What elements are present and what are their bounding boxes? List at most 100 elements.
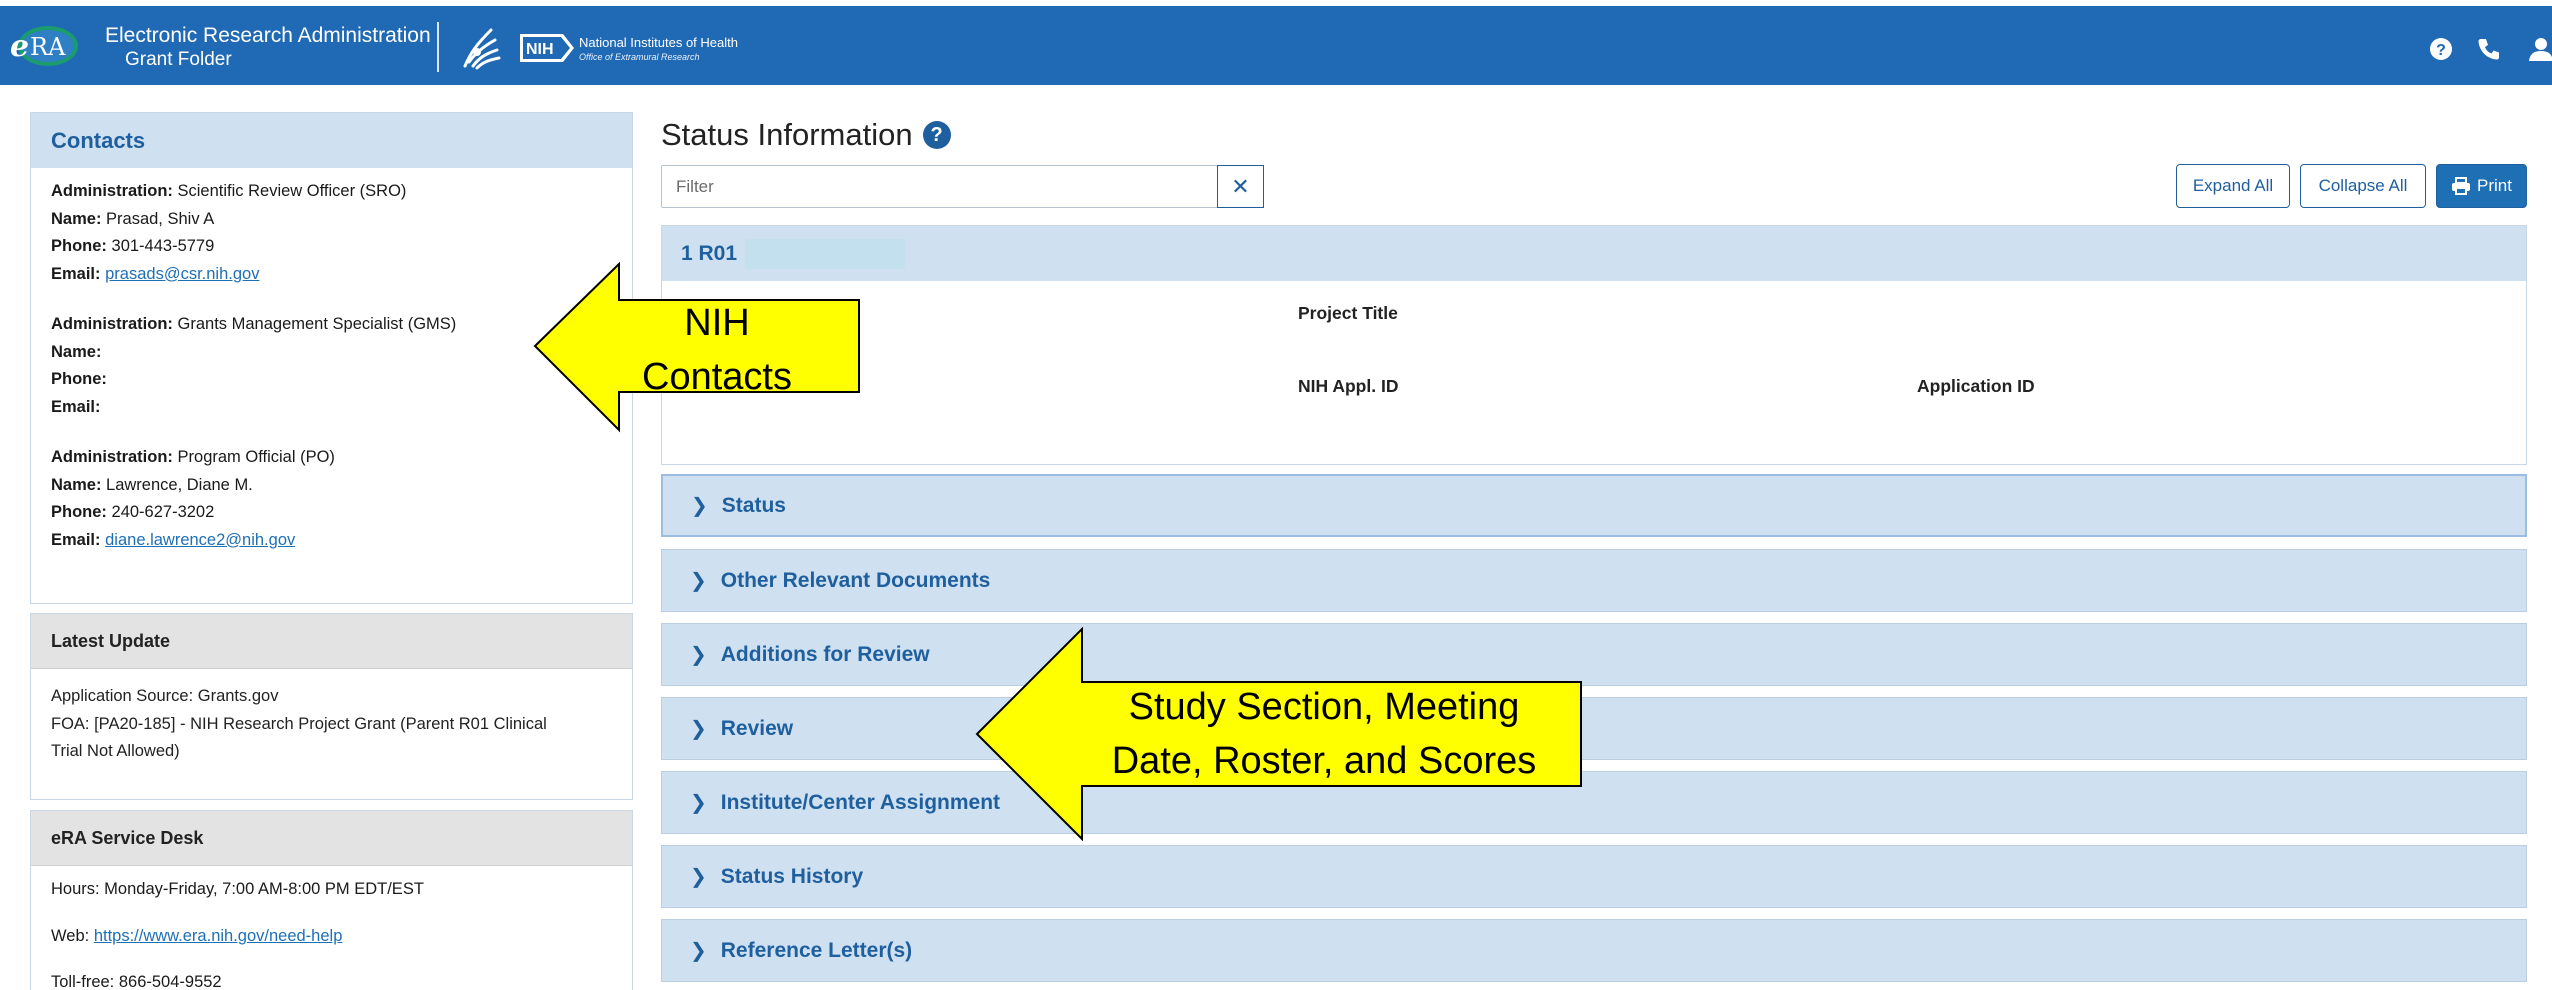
chevron-right-icon: ❯	[691, 495, 708, 517]
page-title-text: Status Information	[661, 117, 913, 152]
print-button[interactable]: Print	[2436, 164, 2527, 208]
svg-text:e: e	[10, 29, 29, 64]
nih-badge: NIH	[520, 34, 574, 62]
chevron-right-icon: ❯	[690, 644, 707, 666]
app-subtitle: Grant Folder	[125, 49, 232, 70]
print-icon	[2452, 177, 2471, 195]
update-line: Application Source: Grants.gov	[51, 687, 279, 705]
label: Email:	[51, 530, 101, 549]
label: Administration:	[51, 182, 173, 200]
project-title-label: Project Title	[1298, 303, 1398, 323]
section-label: Reference Letter(s)	[720, 938, 913, 962]
section-reference-letters[interactable]: ❯ Reference Letter(s)	[661, 919, 2527, 982]
section-label: Review	[720, 716, 794, 740]
contact-email-row: Email: diane.lawrence2@nih.gov	[51, 527, 612, 555]
service-hours: Hours: Monday-Friday, 7:00 AM-8:00 PM ED…	[51, 880, 424, 898]
section-label: Additions for Review	[720, 642, 930, 666]
service-desk-title: eRA Service Desk	[31, 811, 632, 866]
nih-contacts-callout-text: NIH Contacts	[618, 296, 816, 404]
chevron-right-icon: ❯	[690, 792, 707, 814]
help-icon[interactable]: ?	[2428, 36, 2454, 62]
nih-name-text: National Institutes of Health	[579, 35, 738, 50]
app-header: e RA Electronic Research Administration …	[0, 6, 2552, 85]
name-value: Lawrence, Diane M.	[106, 475, 253, 494]
contact-phone-row: Phone:	[51, 366, 612, 394]
nih-name: National Institutes of Health Office of …	[579, 36, 738, 64]
section-status-history[interactable]: ❯ Status History	[661, 845, 2527, 908]
hhs-eagle-icon	[463, 28, 501, 70]
callout-line: Date, Roster, and Scores	[1111, 740, 1537, 782]
contact-name-row: Name: Lawrence, Diane M.	[51, 472, 612, 500]
label: Name:	[51, 209, 102, 228]
service-web: Web: https://www.era.nih.gov/need-help	[31, 923, 362, 951]
grant-header[interactable]: 1 R01	[662, 226, 2526, 281]
phone-icon[interactable]	[2476, 36, 2502, 62]
phone-value: 240-627-3202	[111, 503, 215, 521]
status-help-icon[interactable]: ?	[922, 121, 951, 149]
update-line: FOA: [PA20-185] - NIH Research Project G…	[51, 714, 547, 733]
admin-value: Scientific Review Officer (SRO)	[177, 182, 407, 200]
admin-value: Grants Management Specialist (GMS)	[177, 315, 457, 333]
section-other-relevant-documents[interactable]: ❯ Other Relevant Documents	[661, 549, 2527, 612]
service-desk-panel: eRA Service Desk Hours: Monday-Friday, 7…	[30, 810, 633, 990]
header-divider	[437, 22, 439, 72]
email-link[interactable]: diane.lawrence2@nih.gov	[105, 531, 295, 549]
app-title-text: Electronic Research Administration	[105, 24, 431, 47]
contact-admin-row: Administration: Program Official (PO)	[51, 444, 612, 472]
section-status[interactable]: ❯ Status	[661, 474, 2527, 537]
filter-clear-button[interactable]: ✕	[1217, 165, 1264, 208]
contact-admin-row: Administration: Scientific Review Office…	[51, 178, 612, 206]
section-label: Other Relevant Documents	[720, 568, 991, 592]
collapse-all-button[interactable]: Collapse All	[2300, 164, 2426, 208]
contacts-title: Contacts	[31, 113, 632, 168]
callout-line: Contacts	[642, 356, 792, 398]
user-icon[interactable]	[2528, 36, 2552, 62]
name-value: Prasad, Shiv A	[106, 209, 215, 228]
contact-email-row: Email: prasads@csr.nih.gov	[51, 261, 612, 289]
contact-po: Administration: Program Official (PO) Na…	[31, 421, 632, 554]
admin-value: Program Official (PO)	[177, 448, 335, 466]
section-label: Institute/Center Assignment	[720, 790, 1001, 814]
chevron-right-icon: ❯	[690, 570, 707, 592]
callout-line: Study Section, Meeting	[1128, 686, 1520, 728]
section-review[interactable]: ❯ Review	[661, 697, 2527, 760]
web-label: Web:	[51, 927, 90, 945]
svg-text:RA: RA	[30, 33, 66, 61]
expand-all-button[interactable]: Expand All	[2176, 164, 2290, 208]
contact-admin-row: Administration: Grants Management Specia…	[51, 311, 612, 339]
page-title: Status Information ?	[661, 117, 951, 153]
label: Email:	[51, 264, 101, 283]
callout-line: NIH	[684, 302, 750, 344]
filter-input[interactable]	[661, 165, 1218, 208]
latest-update-body: Application Source: Grants.gov FOA: [PA2…	[31, 669, 632, 766]
label: Phone:	[51, 237, 107, 255]
email-link[interactable]: prasads@csr.nih.gov	[105, 265, 259, 283]
contact-phone-row: Phone: 240-627-3202	[51, 499, 612, 527]
section-label: Status History	[720, 864, 864, 888]
section-additions-for-review[interactable]: ❯ Additions for Review	[661, 623, 2527, 686]
label: Phone:	[51, 370, 107, 388]
label: Email:	[51, 397, 101, 416]
review-callout-text: Study Section, Meeting Date, Roster, and…	[1064, 680, 1584, 788]
era-logo[interactable]: e RA	[8, 22, 80, 70]
chevron-right-icon: ❯	[690, 940, 707, 962]
section-institute-center-assignment[interactable]: ❯ Institute/Center Assignment	[661, 771, 2527, 834]
label: Name:	[51, 342, 102, 361]
nih-office-text: Office of Extramural Research	[579, 52, 700, 62]
print-label: Print	[2477, 176, 2512, 195]
phone-value: 301-443-5779	[111, 237, 215, 255]
label: Administration:	[51, 448, 173, 466]
app-title: Electronic Research Administration Grant…	[105, 24, 431, 72]
chevron-right-icon: ❯	[690, 866, 707, 888]
svg-text:?: ?	[2436, 42, 2446, 59]
nih-appl-id-label: NIH Appl. ID	[1298, 376, 1399, 396]
service-tollfree: Toll-free: 866-504-9552	[51, 973, 222, 990]
grant-card: 1 R01 Project Title NIH Appl. ID Applica…	[661, 225, 2527, 465]
label: Name:	[51, 475, 102, 494]
service-web-link[interactable]: https://www.era.nih.gov/need-help	[94, 927, 343, 945]
contact-name-row: Name:	[51, 339, 612, 367]
chevron-right-icon: ❯	[690, 718, 707, 740]
application-id-label: Application ID	[1917, 376, 2035, 396]
contact-email-row: Email:	[51, 394, 612, 422]
contact-name-row: Name: Prasad, Shiv A	[51, 206, 612, 234]
